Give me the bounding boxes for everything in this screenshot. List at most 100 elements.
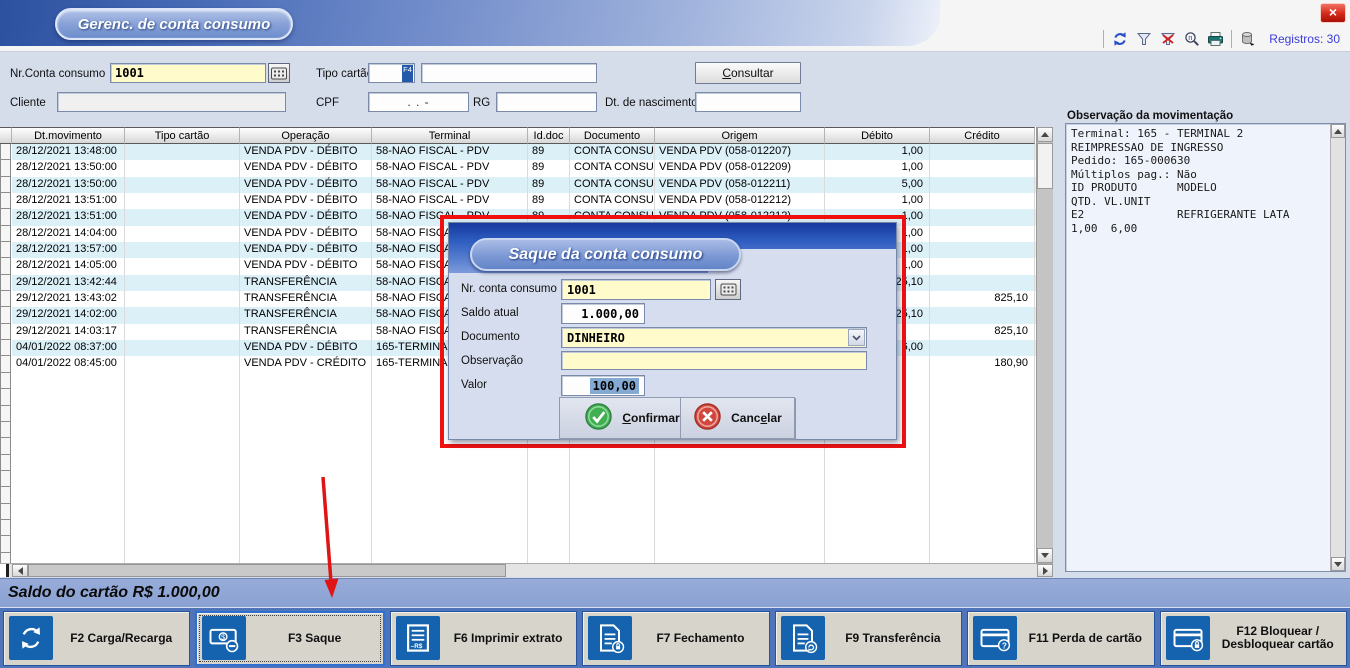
- table-row[interactable]: 28/12/2021 13:50:00VENDA PDV - DÉBITO58-…: [12, 177, 1036, 193]
- table-row[interactable]: 28/12/2021 13:48:00VENDA PDV - DÉBITO58-…: [12, 144, 1036, 160]
- table-cell[interactable]: VENDA PDV - DÉBITO: [240, 226, 372, 242]
- vertical-scroll-thumb[interactable]: [1037, 143, 1053, 189]
- table-cell[interactable]: CONTA CONSUM: [570, 177, 655, 193]
- row-selector-cell[interactable]: [0, 144, 11, 160]
- table-cell[interactable]: [930, 340, 1035, 356]
- row-selector-cell[interactable]: [0, 193, 11, 209]
- table-cell[interactable]: 1,00: [825, 193, 930, 209]
- table-cell[interactable]: 28/12/2021 13:50:00: [12, 160, 125, 176]
- table-cell[interactable]: CONTA CONSUM: [570, 160, 655, 176]
- dialog-keypad-icon[interactable]: [715, 279, 741, 300]
- cpf-input[interactable]: . . -: [368, 92, 469, 112]
- row-selector-cell[interactable]: [0, 242, 11, 258]
- row-selector-cell[interactable]: [0, 520, 11, 536]
- f12-bloquear-desbloquear-button[interactable]: F12 Bloquear / Desbloquear cartão: [1160, 611, 1347, 666]
- table-cell[interactable]: [125, 291, 240, 307]
- row-selector-cell[interactable]: [0, 324, 11, 340]
- table-cell[interactable]: VENDA PDV (058-012209): [655, 160, 825, 176]
- table-cell[interactable]: [125, 307, 240, 323]
- row-selector-cell[interactable]: [0, 291, 11, 307]
- rg-input[interactable]: [496, 92, 597, 112]
- dialog-observacao-input[interactable]: [561, 351, 867, 370]
- f6-imprimir-extrato-button[interactable]: –R$ F6 Imprimir extrato: [390, 611, 577, 666]
- table-cell[interactable]: 58-NAO FISCAL - PDV: [372, 193, 528, 209]
- dialog-valor-input[interactable]: 100,00: [561, 375, 645, 396]
- table-cell[interactable]: [125, 177, 240, 193]
- tipo-cartao-desc-input[interactable]: [421, 63, 597, 83]
- table-cell[interactable]: [125, 242, 240, 258]
- table-cell[interactable]: 28/12/2021 13:51:00: [12, 193, 125, 209]
- column-header[interactable]: Id.doc: [528, 127, 570, 144]
- table-cell[interactable]: [125, 144, 240, 160]
- table-cell[interactable]: VENDA PDV (058-012207): [655, 144, 825, 160]
- table-cell[interactable]: VENDA PDV - DÉBITO: [240, 258, 372, 274]
- tipo-cartao-code-input[interactable]: F4: [368, 63, 415, 83]
- f11-perda-cartao-button[interactable]: ? F11 Perda de cartão: [967, 611, 1154, 666]
- row-selector-cell[interactable]: [0, 177, 11, 193]
- table-cell[interactable]: 04/01/2022 08:37:00: [12, 340, 125, 356]
- clear-filter-icon[interactable]: [1159, 31, 1176, 48]
- table-cell[interactable]: 28/12/2021 13:50:00: [12, 177, 125, 193]
- observacao-textarea[interactable]: Terminal: 165 - TERMINAL 2 REIMPRESSAO D…: [1065, 123, 1346, 572]
- table-cell[interactable]: 89: [528, 193, 570, 209]
- table-cell[interactable]: [930, 307, 1035, 323]
- row-selector-cell[interactable]: [0, 356, 11, 372]
- table-cell[interactable]: [930, 275, 1035, 291]
- table-cell[interactable]: TRANSFERÊNCIA: [240, 275, 372, 291]
- table-cell[interactable]: VENDA PDV - DÉBITO: [240, 144, 372, 160]
- chevron-down-icon[interactable]: [848, 329, 865, 346]
- table-cell[interactable]: 29/12/2021 14:03:17: [12, 324, 125, 340]
- nascimento-input[interactable]: [695, 92, 801, 112]
- column-header[interactable]: Dt.movimento: [12, 127, 125, 144]
- horizontal-scrollbar[interactable]: [0, 563, 1053, 577]
- table-cell[interactable]: VENDA PDV (058-012211): [655, 177, 825, 193]
- refresh-icon[interactable]: [1111, 31, 1128, 48]
- table-cell[interactable]: 825,10: [930, 324, 1035, 340]
- row-selector-cell[interactable]: [0, 275, 11, 291]
- table-cell[interactable]: [930, 160, 1035, 176]
- table-cell[interactable]: 28/12/2021 13:57:00: [12, 242, 125, 258]
- dialog-documento-select[interactable]: DINHEIRO: [561, 327, 867, 348]
- table-cell[interactable]: TRANSFERÊNCIA: [240, 307, 372, 323]
- table-cell[interactable]: 29/12/2021 13:42:44: [12, 275, 125, 291]
- table-cell[interactable]: [930, 209, 1035, 225]
- consultar-button[interactable]: Consultar: [695, 62, 801, 84]
- observacao-scrollbar[interactable]: [1330, 124, 1345, 571]
- table-cell[interactable]: VENDA PDV - CRÉDITO: [240, 356, 372, 372]
- table-row[interactable]: 28/12/2021 13:51:00 VENDA PDV - DÉBITO58-…: [12, 193, 1036, 209]
- table-cell[interactable]: VENDA PDV - DÉBITO: [240, 340, 372, 356]
- horizontal-scroll-thumb[interactable]: [28, 564, 506, 577]
- column-header[interactable]: Operação: [240, 127, 372, 144]
- row-selector-cell[interactable]: [0, 471, 11, 487]
- table-cell[interactable]: 58-NAO FISCAL - PDV: [372, 177, 528, 193]
- nr-conta-input[interactable]: [110, 63, 266, 83]
- cliente-input[interactable]: [57, 92, 286, 112]
- f2-carga-recarga-button[interactable]: F2 Carga/Recarga: [3, 611, 190, 666]
- table-cell[interactable]: [125, 193, 240, 209]
- table-cell[interactable]: 58-NAO FISCAL - PDV: [372, 160, 528, 176]
- row-selector-cell[interactable]: [0, 373, 11, 389]
- row-selector-cell[interactable]: [0, 307, 11, 323]
- table-cell[interactable]: VENDA PDV - DÉBITO: [240, 160, 372, 176]
- row-selector-cell[interactable]: [0, 422, 11, 438]
- table-cell[interactable]: [930, 177, 1035, 193]
- keypad-icon[interactable]: [268, 63, 290, 83]
- print-icon[interactable]: [1207, 31, 1224, 48]
- f7-fechamento-button[interactable]: F7 Fechamento: [582, 611, 769, 666]
- table-cell[interactable]: VENDA PDV - DÉBITO: [240, 209, 372, 225]
- table-cell[interactable]: [125, 324, 240, 340]
- scroll-up-icon[interactable]: [1037, 127, 1053, 142]
- row-selector-cell[interactable]: [0, 455, 11, 471]
- search-icon[interactable]: n: [1183, 31, 1200, 48]
- row-selector-cell[interactable]: [0, 226, 11, 242]
- table-cell[interactable]: 29/12/2021 14:02:00: [12, 307, 125, 323]
- table-cell[interactable]: TRANSFERÊNCIA: [240, 324, 372, 340]
- table-cell[interactable]: VENDA PDV - DÉBITO: [240, 193, 372, 209]
- table-cell[interactable]: TRANSFERÊNCIA: [240, 291, 372, 307]
- table-cell[interactable]: 28/12/2021 13:51:00: [12, 209, 125, 225]
- row-selector-cell[interactable]: [0, 406, 11, 422]
- f3-saque-button[interactable]: $ F3 Saque: [195, 611, 384, 666]
- column-header[interactable]: Origem: [655, 127, 825, 144]
- table-cell[interactable]: [125, 340, 240, 356]
- table-cell[interactable]: 89: [528, 144, 570, 160]
